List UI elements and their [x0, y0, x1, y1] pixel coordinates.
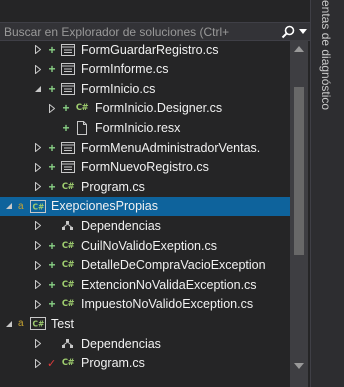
tree-item[interactable]: + C# ImpuestoNoValidoException.cs — [0, 295, 290, 314]
expand-arrow-icon[interactable] — [33, 162, 43, 172]
dependencies-icon — [60, 337, 76, 351]
scroll-thumb[interactable] — [294, 87, 304, 255]
tree-item-label: DetalleDeCompraVacioException — [81, 258, 266, 273]
expand-arrow-icon[interactable] — [33, 182, 43, 192]
search-icon[interactable] — [280, 24, 296, 40]
collapse-arrow-icon[interactable] — [4, 201, 14, 211]
tree-item-label: ExtencionNoValidaException.cs — [81, 277, 257, 292]
tree-item-label: FormInicio.cs — [81, 81, 156, 96]
pending-add-icon: + — [48, 140, 56, 155]
form-icon — [60, 82, 76, 96]
expand-arrow-icon[interactable] — [33, 358, 43, 368]
tree-item-label: Program.cs — [81, 179, 145, 194]
expand-arrow-icon[interactable] — [33, 339, 43, 349]
side-panel-strip: entas de diagnóstico — [310, 0, 344, 387]
tree-item[interactable]: a C# Test — [0, 314, 290, 333]
csharp-project-icon: C# — [30, 317, 46, 331]
search-options-dropdown-icon[interactable] — [296, 24, 310, 40]
tree-item[interactable]: + C# ExtencionNoValidaException.cs — [0, 275, 290, 294]
csharp-icon: C# — [61, 279, 75, 290]
tree-item[interactable]: + FormInforme.cs — [0, 60, 290, 79]
csharp-icon: C# — [75, 103, 89, 114]
tree-item[interactable]: ✓ C# Program.cs — [0, 354, 290, 373]
tree-item-label: Dependencias — [81, 218, 161, 233]
form-icon — [60, 62, 76, 76]
lock-icon: a — [18, 200, 24, 212]
vertical-scrollbar[interactable] — [290, 40, 308, 387]
pending-add-icon: + — [48, 238, 56, 253]
search-input[interactable] — [0, 23, 280, 40]
pending-add-icon: + — [48, 42, 56, 57]
pending-add-icon: + — [48, 258, 56, 273]
tree-item[interactable]: a C# ExepcionesPropias — [0, 196, 290, 216]
csharp-icon: C# — [61, 260, 75, 271]
scroll-up-icon[interactable] — [294, 46, 304, 52]
csharp-project-icon: C# — [30, 199, 46, 213]
pending-add-icon: + — [62, 120, 70, 135]
tree-item-label: FormNuevoRegistro.cs — [81, 160, 209, 175]
pending-add-icon: + — [62, 101, 70, 116]
pending-add-icon: + — [48, 277, 56, 292]
diagnostic-tools-tab-label: entas de diagnóstico — [319, 0, 333, 111]
expand-arrow-icon[interactable] — [33, 64, 43, 74]
expand-arrow-icon[interactable] — [33, 45, 43, 55]
expand-arrow-icon[interactable] — [33, 143, 43, 153]
tree-item[interactable]: + FormInicio.cs — [0, 79, 290, 98]
tree-item-label: CuilNoValidoExeption.cs — [81, 238, 217, 253]
pending-add-icon: + — [48, 160, 56, 175]
tree-item-label: FormInicio.Designer.cs — [95, 101, 223, 116]
tree-item-label: FormGuardarRegistro.cs — [81, 42, 219, 57]
tree-item[interactable]: + C# FormInicio.Designer.cs — [0, 99, 290, 118]
expand-arrow-icon[interactable] — [33, 299, 43, 309]
tree-item-label: Test — [51, 316, 74, 331]
form-icon — [60, 160, 76, 174]
lock-icon: a — [18, 318, 24, 330]
expand-arrow-icon[interactable] — [33, 221, 43, 231]
tree-item[interactable]: + FormInicio.resx — [0, 118, 290, 137]
tree-item-label: ImpuestoNoValidoException.cs — [81, 297, 254, 312]
scroll-down-icon[interactable] — [294, 363, 304, 369]
tree-item[interactable]: + C# DetalleDeCompraVacioException — [0, 256, 290, 275]
solution-tree: + FormGuardarRegistro.cs + FormInforme.cs + F… — [0, 40, 290, 387]
expand-arrow-icon[interactable] — [33, 260, 43, 270]
expand-arrow-icon[interactable] — [47, 103, 57, 113]
tree-item-label: Program.cs — [81, 356, 145, 371]
svg-text:C#: C# — [33, 202, 45, 211]
tree-item[interactable]: Dependencias — [0, 216, 290, 235]
solution-explorer: + FormGuardarRegistro.cs + FormInforme.cs + F… — [0, 0, 310, 387]
expand-arrow-icon[interactable] — [33, 241, 43, 251]
tree-item[interactable]: + FormNuevoRegistro.cs — [0, 158, 290, 177]
tree-item[interactable]: Dependencias — [0, 334, 290, 353]
csharp-icon: C# — [61, 181, 75, 192]
pending-add-icon: + — [48, 62, 56, 77]
tree-item-label: ExepcionesPropias — [51, 199, 159, 214]
collapse-arrow-icon[interactable] — [4, 319, 14, 329]
diagnostic-tools-tab[interactable]: entas de diagnóstico — [319, 0, 337, 387]
pending-add-icon: + — [48, 297, 56, 312]
tree-item-label: FormMenuAdministradorVentas. — [81, 140, 261, 155]
csharp-icon: C# — [61, 299, 75, 310]
pending-add-icon: + — [48, 179, 56, 194]
collapse-arrow-icon[interactable] — [33, 84, 43, 94]
tree-item[interactable]: + C# CuilNoValidoExeption.cs — [0, 236, 290, 255]
csharp-icon: C# — [61, 240, 75, 251]
checked-in-icon: ✓ — [47, 357, 57, 370]
expand-arrow-icon[interactable] — [33, 280, 43, 290]
tree-item[interactable]: + FormMenuAdministradorVentas. — [0, 138, 290, 157]
tree-item-label: FormInforme.cs — [81, 62, 169, 77]
dependencies-icon — [60, 219, 76, 233]
resx-file-icon — [74, 120, 90, 135]
form-icon — [60, 141, 76, 155]
form-icon — [60, 43, 76, 57]
tree-item-label: Dependencias — [81, 336, 161, 351]
svg-text:C#: C# — [33, 320, 45, 329]
pending-add-icon: + — [48, 81, 56, 96]
tree-item-label: FormInicio.resx — [95, 120, 181, 135]
csharp-icon: C# — [61, 358, 75, 369]
tree-item[interactable]: + C# Program.cs — [0, 177, 290, 196]
tree-item[interactable]: + FormGuardarRegistro.cs — [0, 40, 290, 59]
search-bar — [0, 22, 310, 41]
